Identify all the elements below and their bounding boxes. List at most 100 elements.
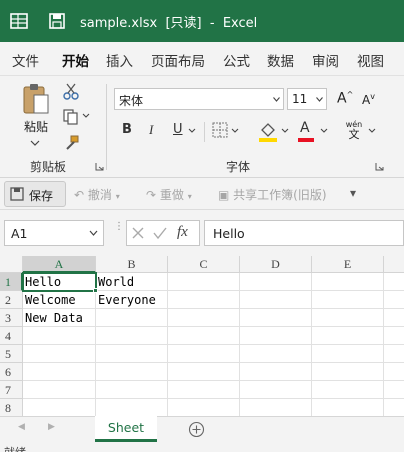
paste-dropdown-icon[interactable] [30, 140, 40, 146]
cell-f6[interactable] [384, 363, 404, 381]
column-header-d[interactable]: D [240, 256, 312, 273]
cell-b5[interactable] [96, 345, 168, 363]
grow-font-button[interactable]: A^ [337, 90, 353, 107]
row-header-5[interactable]: 5 [0, 345, 23, 363]
cell-f7[interactable] [384, 381, 404, 399]
cell-a8[interactable] [23, 399, 96, 416]
tab-home[interactable]: 开始 [62, 50, 89, 70]
cell-d1[interactable] [240, 273, 312, 291]
row-header-1[interactable]: 1 [0, 273, 23, 291]
font-color-dropdown-icon[interactable] [320, 128, 328, 134]
column-header-b[interactable]: B [96, 256, 168, 273]
cell-a3[interactable]: New Data [23, 309, 96, 327]
row-header-8[interactable]: 8 [0, 399, 23, 416]
cell-e6[interactable] [312, 363, 384, 381]
row-header-3[interactable]: 3 [0, 309, 23, 327]
cell-a4[interactable] [23, 327, 96, 345]
tab-formulas[interactable]: 公式 [223, 50, 250, 70]
qat-save-button[interactable]: 保存 [4, 181, 66, 207]
cell-b3[interactable] [96, 309, 168, 327]
save-icon[interactable] [48, 12, 66, 30]
cell-e8[interactable] [312, 399, 384, 416]
cell-f1[interactable] [384, 273, 404, 291]
underline-dropdown-icon[interactable] [188, 128, 196, 134]
cell-d3[interactable] [240, 309, 312, 327]
cell-d5[interactable] [240, 345, 312, 363]
cell-a2[interactable]: Welcome [23, 291, 96, 309]
italic-button[interactable]: I [149, 122, 153, 138]
column-header-f[interactable] [384, 256, 404, 273]
sheet-tab[interactable]: Sheet [95, 416, 157, 442]
borders-dropdown-icon[interactable] [231, 128, 239, 134]
cell-c8[interactable] [168, 399, 240, 416]
cell-c5[interactable] [168, 345, 240, 363]
cancel-icon[interactable] [131, 226, 145, 240]
scroll-left-icon[interactable]: ◀ [18, 422, 25, 432]
cell-f4[interactable] [384, 327, 404, 345]
font-size-select[interactable]: 11 [287, 88, 327, 110]
scroll-right-icon[interactable]: ▶ [48, 422, 55, 432]
cell-e3[interactable] [312, 309, 384, 327]
cell-d7[interactable] [240, 381, 312, 399]
cell-e4[interactable] [312, 327, 384, 345]
cut-icon[interactable] [62, 82, 80, 100]
cell-c7[interactable] [168, 381, 240, 399]
tab-insert[interactable]: 插入 [106, 50, 133, 70]
tab-page-layout[interactable]: 页面布局 [151, 50, 205, 70]
borders-icon[interactable] [212, 122, 228, 138]
fill-color-icon[interactable] [258, 120, 278, 142]
cell-b4[interactable] [96, 327, 168, 345]
copy-icon[interactable] [62, 108, 80, 126]
redo-button[interactable]: ↷ 重做 ▾ [146, 186, 192, 203]
cell-c6[interactable] [168, 363, 240, 381]
add-sheet-icon[interactable] [188, 421, 205, 438]
insert-function-button[interactable]: fx [177, 224, 188, 241]
undo-button[interactable]: ↶ 撤消 ▾ [74, 186, 120, 203]
cell-c4[interactable] [168, 327, 240, 345]
share-workbook-button[interactable]: ▣ 共享工作簿(旧版) [218, 186, 327, 203]
cell-d6[interactable] [240, 363, 312, 381]
font-name-select[interactable]: 宋体 [114, 88, 284, 110]
cell-c3[interactable] [168, 309, 240, 327]
tab-data[interactable]: 数据 [267, 50, 294, 70]
tab-review[interactable]: 审阅 [312, 50, 339, 70]
formula-input[interactable]: Hello [204, 220, 404, 246]
cell-b2[interactable]: Everyone [96, 291, 168, 309]
tab-view[interactable]: 视图 [357, 50, 384, 70]
cell-f8[interactable] [384, 399, 404, 416]
font-color-button[interactable]: A [300, 120, 310, 136]
copy-dropdown-icon[interactable] [82, 113, 90, 119]
qat-customize-icon[interactable]: ▾ [350, 186, 356, 200]
fill-handle[interactable] [93, 288, 98, 293]
cell-a7[interactable] [23, 381, 96, 399]
column-header-c[interactable]: C [168, 256, 240, 273]
worksheet-grid[interactable]: A B C D E 1 2 3 4 5 6 7 8 Hello World Welc… [0, 256, 404, 416]
shrink-font-button[interactable]: Av [362, 92, 375, 107]
enter-icon[interactable] [153, 226, 167, 240]
formula-bar-grip[interactable]: ⋮ [114, 222, 124, 242]
cell-c1[interactable] [168, 273, 240, 291]
phonetic-guide-button[interactable]: wén 文 [341, 120, 367, 140]
cell-d8[interactable] [240, 399, 312, 416]
cell-b1[interactable]: World [96, 273, 168, 291]
cell-b6[interactable] [96, 363, 168, 381]
cell-e1[interactable] [312, 273, 384, 291]
column-header-e[interactable]: E [312, 256, 384, 273]
cell-a6[interactable] [23, 363, 96, 381]
cell-f5[interactable] [384, 345, 404, 363]
column-header-a[interactable]: A [23, 256, 96, 273]
cell-e2[interactable] [312, 291, 384, 309]
font-launcher-icon[interactable] [375, 162, 384, 171]
row-header-6[interactable]: 6 [0, 363, 23, 381]
fill-color-dropdown-icon[interactable] [281, 128, 289, 134]
underline-button[interactable]: U [173, 122, 183, 137]
cell-b8[interactable] [96, 399, 168, 416]
cell-e5[interactable] [312, 345, 384, 363]
row-header-2[interactable]: 2 [0, 291, 23, 309]
cell-a5[interactable] [23, 345, 96, 363]
cell-f3[interactable] [384, 309, 404, 327]
bold-button[interactable]: B [122, 122, 132, 137]
select-all-corner[interactable] [0, 256, 23, 273]
format-painter-icon[interactable] [62, 134, 80, 152]
cell-d2[interactable] [240, 291, 312, 309]
